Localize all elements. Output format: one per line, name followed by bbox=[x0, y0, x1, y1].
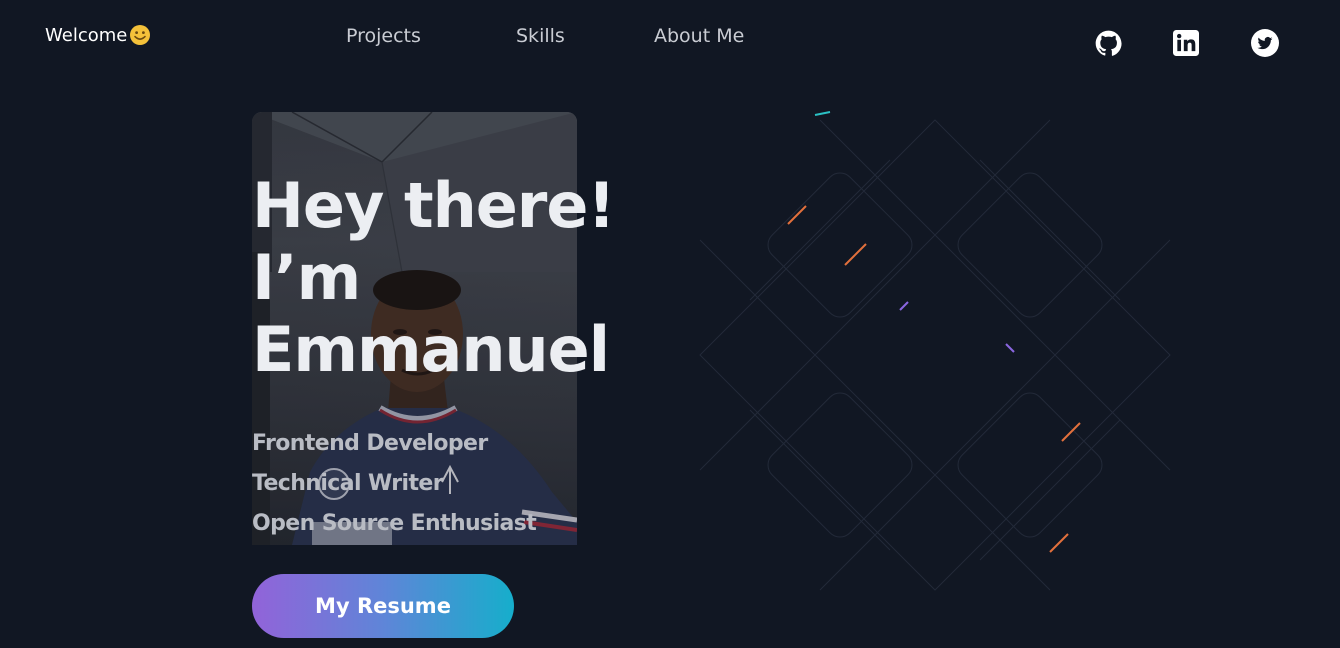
role-item: Frontend Developer bbox=[252, 431, 488, 456]
nav-skills[interactable]: Skills bbox=[516, 25, 565, 47]
twitter-icon bbox=[1251, 29, 1279, 57]
github-link[interactable] bbox=[1094, 29, 1122, 57]
hero-title-line: Hey there! bbox=[252, 169, 616, 242]
linkedin-link[interactable] bbox=[1172, 29, 1200, 57]
twitter-link[interactable] bbox=[1251, 29, 1279, 57]
main-nav: Projects Skills About Me bbox=[0, 25, 1340, 49]
decorative-grid-graphic bbox=[699, 111, 1171, 591]
role-item: Technical Writer bbox=[252, 471, 444, 496]
role-list: Frontend Developer Technical Writer Open… bbox=[252, 424, 537, 544]
hero-title: Hey there! I’m Emmanuel bbox=[252, 169, 616, 386]
github-icon bbox=[1095, 30, 1122, 56]
nav-projects[interactable]: Projects bbox=[346, 25, 421, 47]
nav-about-me[interactable]: About Me bbox=[654, 25, 744, 47]
role-item: Open Source Enthusiast bbox=[252, 511, 537, 536]
linkedin-icon bbox=[1173, 30, 1199, 56]
hero-title-line: I’m bbox=[252, 241, 361, 314]
resume-button[interactable]: My Resume bbox=[252, 574, 514, 638]
hero-title-line: Emmanuel bbox=[252, 313, 610, 386]
